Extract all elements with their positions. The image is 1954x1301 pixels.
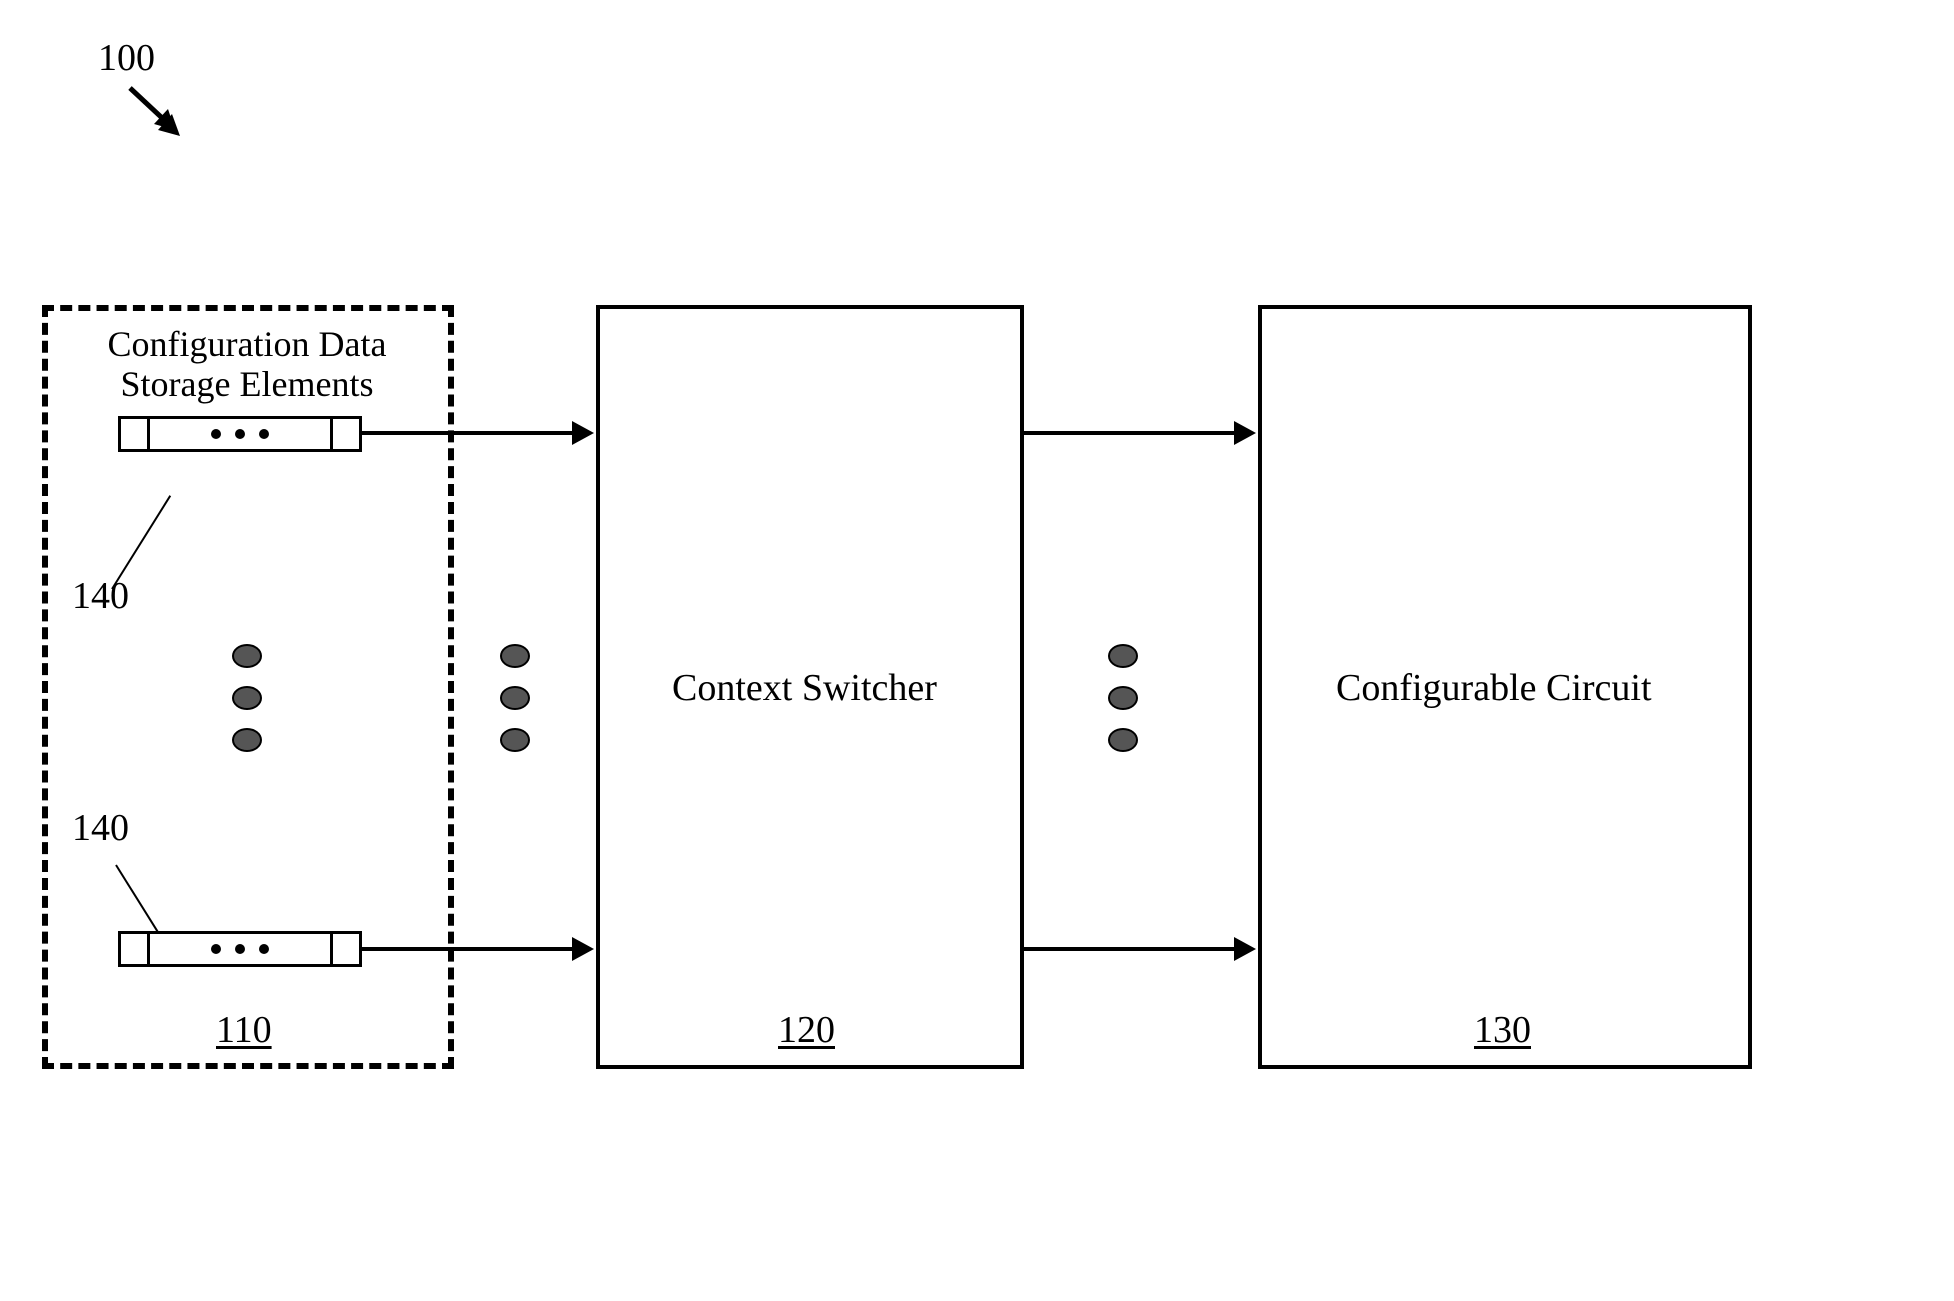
- dot-icon: [211, 944, 221, 954]
- arrow-top-switcher-to-circuit: [1024, 431, 1236, 435]
- figure-ref-100: 100: [98, 38, 155, 80]
- dot-icon: [259, 429, 269, 439]
- storage-element-bottom: [118, 931, 362, 967]
- config-data-storage-title: Configuration Data Storage Elements: [72, 325, 422, 404]
- ref-110: 110: [216, 1010, 272, 1052]
- arrow-head-icon: [572, 937, 594, 961]
- configurable-circuit-title: Configurable Circuit: [1336, 668, 1652, 710]
- arrow-bottom-storage-to-switcher: [362, 947, 574, 951]
- vertical-ellipsis-arrows2-icon: [1108, 644, 1138, 752]
- arrow-bottom-switcher-to-circuit: [1024, 947, 1236, 951]
- arrow-top-storage-to-switcher: [362, 431, 574, 435]
- dot-icon: [259, 944, 269, 954]
- ref-140-top: 140: [72, 576, 129, 618]
- dot-icon: [235, 429, 245, 439]
- dot-icon: [211, 429, 221, 439]
- diagram-canvas: 100 Configuration Data Storage Elements …: [0, 0, 1954, 1301]
- storage-element-top: [118, 416, 362, 452]
- dot-icon: [235, 944, 245, 954]
- ref-140-bottom: 140: [72, 808, 129, 850]
- arrow-100-icon: [120, 78, 210, 158]
- ref-130: 130: [1474, 1010, 1531, 1052]
- vertical-ellipsis-arrows1-icon: [500, 644, 530, 752]
- arrow-head-icon: [572, 421, 594, 445]
- ref-120: 120: [778, 1010, 835, 1052]
- context-switcher-title: Context Switcher: [672, 668, 937, 710]
- vertical-ellipsis-storage-icon: [232, 644, 262, 752]
- arrow-head-icon: [1234, 937, 1256, 961]
- arrow-head-icon: [1234, 421, 1256, 445]
